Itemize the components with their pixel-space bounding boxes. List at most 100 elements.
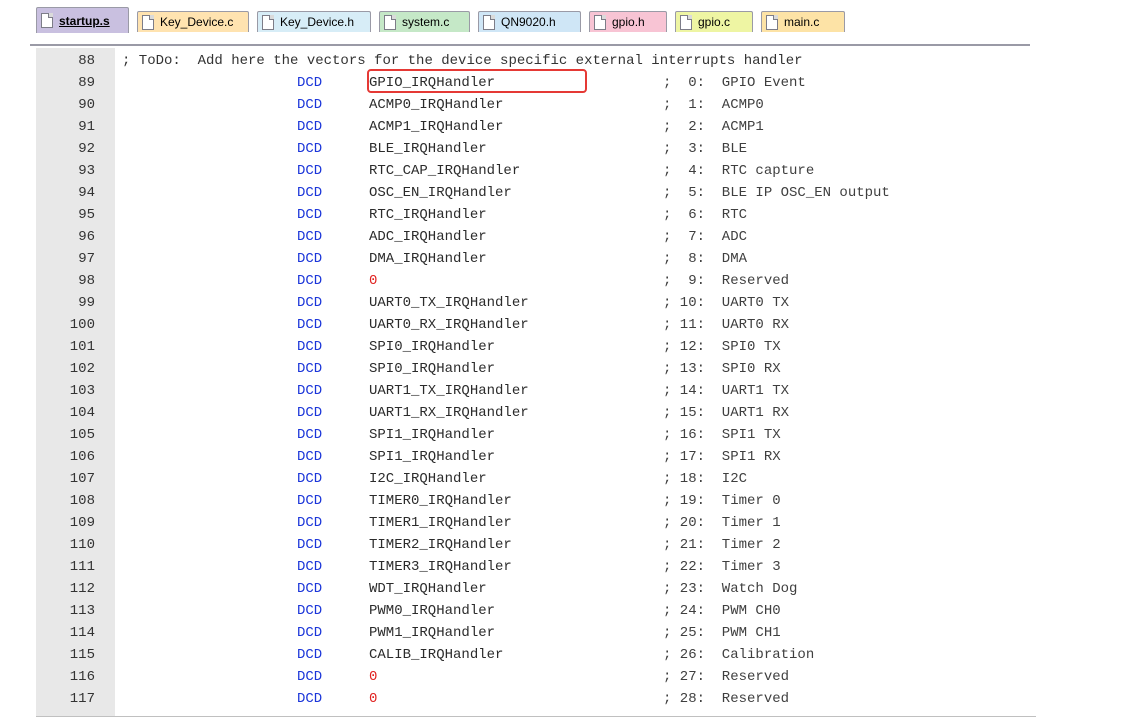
line-number: 100 bbox=[69, 317, 95, 333]
line-comment: ; 20: Timer 1 bbox=[663, 515, 781, 531]
handler-symbol: TIMER0_IRQHandler bbox=[369, 493, 512, 509]
line-comment: ; 5: BLE IP OSC_EN output bbox=[663, 185, 890, 201]
code-line: 90 DCD ACMP0_IRQHandler ; 1: ACMP0 bbox=[36, 94, 1026, 116]
code-line: 105 DCD SPI1_IRQHandler ; 16: SPI1 TX bbox=[36, 424, 1026, 446]
line-number: 93 bbox=[78, 163, 95, 179]
tab-label: system.c bbox=[402, 15, 450, 29]
code-line: 96 DCD ADC_IRQHandler ; 7: ADC bbox=[36, 226, 1026, 248]
directive-keyword: DCD bbox=[297, 405, 323, 421]
line-number: 117 bbox=[69, 691, 95, 707]
code-line: 108 DCD TIMER0_IRQHandler ; 19: Timer 0 bbox=[36, 490, 1026, 512]
directive-keyword: DCD bbox=[297, 383, 323, 399]
code-line: 97 DCD DMA_IRQHandler ; 8: DMA bbox=[36, 248, 1026, 270]
line-number: 103 bbox=[69, 383, 95, 399]
line-comment: ; 11: UART0 RX bbox=[663, 317, 790, 333]
code-line: 111 DCD TIMER3_IRQHandler ; 22: Timer 3 bbox=[36, 556, 1026, 578]
handler-symbol: UART0_TX_IRQHandler bbox=[369, 295, 529, 311]
handler-symbol: RTC_IRQHandler bbox=[369, 207, 487, 223]
file-icon bbox=[384, 14, 396, 30]
code-line: 106 DCD SPI1_IRQHandler ; 17: SPI1 RX bbox=[36, 446, 1026, 468]
directive-keyword: DCD bbox=[297, 493, 323, 509]
code-line: 93 DCD RTC_CAP_IRQHandler ; 4: RTC capture bbox=[36, 160, 1026, 182]
code-line: 103 DCD UART1_TX_IRQHandler ; 14: UART1 TX bbox=[36, 380, 1026, 402]
handler-symbol: TIMER1_IRQHandler bbox=[369, 515, 512, 531]
line-comment: ; 15: UART1 RX bbox=[663, 405, 790, 421]
code-line: 91 DCD ACMP1_IRQHandler ; 2: ACMP1 bbox=[36, 116, 1026, 138]
line-comment: ; 22: Timer 3 bbox=[663, 559, 781, 575]
tab-label: gpio.h bbox=[612, 15, 645, 29]
tab-gpio-h[interactable]: gpio.h bbox=[589, 11, 667, 32]
tab-system-c[interactable]: system.c bbox=[379, 11, 470, 32]
tab-label: startup.s bbox=[59, 13, 110, 28]
directive-keyword: DCD bbox=[297, 97, 323, 113]
file-icon bbox=[142, 14, 154, 30]
line-comment: ; 9: Reserved bbox=[663, 273, 790, 289]
directive-keyword: DCD bbox=[297, 449, 323, 465]
handler-symbol: SPI1_IRQHandler bbox=[369, 427, 496, 443]
handler-symbol: DMA_IRQHandler bbox=[369, 251, 487, 267]
code-line: 110 DCD TIMER2_IRQHandler ; 21: Timer 2 bbox=[36, 534, 1026, 556]
line-comment: ; 23: Watch Dog bbox=[663, 581, 798, 597]
line-comment: ; 12: SPI0 TX bbox=[663, 339, 781, 355]
handler-symbol: 0 bbox=[369, 669, 378, 685]
line-comment: ; 16: SPI1 TX bbox=[663, 427, 781, 443]
tab-key-device-h[interactable]: Key_Device.h bbox=[257, 11, 371, 32]
line-number: 94 bbox=[78, 185, 95, 201]
line-comment: ; 19: Timer 0 bbox=[663, 493, 781, 509]
tab-qn9020-h[interactable]: QN9020.h bbox=[478, 11, 581, 32]
directive-keyword: DCD bbox=[297, 427, 323, 443]
line-number: 116 bbox=[69, 669, 95, 685]
handler-symbol: ACMP0_IRQHandler bbox=[369, 97, 504, 113]
highlight-annotation-box bbox=[367, 69, 587, 93]
line-comment: ; 10: UART0 TX bbox=[663, 295, 790, 311]
handler-symbol: ADC_IRQHandler bbox=[369, 229, 487, 245]
handler-symbol: 0 bbox=[369, 691, 378, 707]
code-line: 112 DCD WDT_IRQHandler ; 23: Watch Dog bbox=[36, 578, 1026, 600]
directive-keyword: DCD bbox=[297, 581, 323, 597]
tab-label: main.c bbox=[784, 15, 820, 29]
code-line: 92 DCD BLE_IRQHandler ; 3: BLE bbox=[36, 138, 1026, 160]
handler-symbol: TIMER3_IRQHandler bbox=[369, 559, 512, 575]
line-number: 115 bbox=[69, 647, 95, 663]
tab-main-c[interactable]: main.c bbox=[761, 11, 845, 32]
directive-keyword: DCD bbox=[297, 119, 323, 135]
line-comment: ; 1: ACMP0 bbox=[663, 97, 764, 113]
directive-keyword: DCD bbox=[297, 207, 323, 223]
tab-key-device-c[interactable]: Key_Device.c bbox=[137, 11, 249, 32]
tab-startup-s[interactable]: startup.s bbox=[36, 7, 129, 33]
line-number: 88 bbox=[78, 53, 95, 69]
code-line: 95 DCD RTC_IRQHandler ; 6: RTC bbox=[36, 204, 1026, 226]
code-line: 113 DCD PWM0_IRQHandler ; 24: PWM CH0 bbox=[36, 600, 1026, 622]
editor-tab-bar: startup.s Key_Device.c Key_Device.h syst… bbox=[10, 4, 1030, 33]
code-line: 114 DCD PWM1_IRQHandler ; 25: PWM CH1 bbox=[36, 622, 1026, 644]
line-comment: ; 3: BLE bbox=[663, 141, 748, 157]
handler-symbol: UART0_RX_IRQHandler bbox=[369, 317, 529, 333]
line-number: 97 bbox=[78, 251, 95, 267]
line-number: 107 bbox=[69, 471, 95, 487]
directive-keyword: DCD bbox=[297, 361, 323, 377]
line-number: 96 bbox=[78, 229, 95, 245]
line-number: 101 bbox=[69, 339, 95, 355]
directive-keyword: DCD bbox=[297, 75, 323, 91]
line-comment: ; 18: I2C bbox=[663, 471, 748, 487]
line-number: 113 bbox=[69, 603, 95, 619]
code-line: 107 DCD I2C_IRQHandler ; 18: I2C bbox=[36, 468, 1026, 490]
line-number: 95 bbox=[78, 207, 95, 223]
line-comment: ; 17: SPI1 RX bbox=[663, 449, 781, 465]
line-comment: ; 6: RTC bbox=[663, 207, 748, 223]
tab-gpio-c[interactable]: gpio.c bbox=[675, 11, 753, 32]
directive-keyword: DCD bbox=[297, 515, 323, 531]
code-line: 116 DCD 0 ; 27: Reserved bbox=[36, 666, 1026, 688]
handler-symbol: BLE_IRQHandler bbox=[369, 141, 487, 157]
line-comment: ; 26: Calibration bbox=[663, 647, 815, 663]
handler-symbol: WDT_IRQHandler bbox=[369, 581, 487, 597]
code-line: 100 DCD UART0_RX_IRQHandler ; 11: UART0 RX bbox=[36, 314, 1026, 336]
handler-symbol: PWM1_IRQHandler bbox=[369, 625, 496, 641]
line-comment: ; 27: Reserved bbox=[663, 669, 790, 685]
line-number: 110 bbox=[69, 537, 95, 553]
directive-keyword: DCD bbox=[297, 317, 323, 333]
tab-label: QN9020.h bbox=[501, 15, 556, 29]
handler-symbol: ACMP1_IRQHandler bbox=[369, 119, 504, 135]
directive-keyword: DCD bbox=[297, 647, 323, 663]
code-line: 109 DCD TIMER1_IRQHandler ; 20: Timer 1 bbox=[36, 512, 1026, 534]
